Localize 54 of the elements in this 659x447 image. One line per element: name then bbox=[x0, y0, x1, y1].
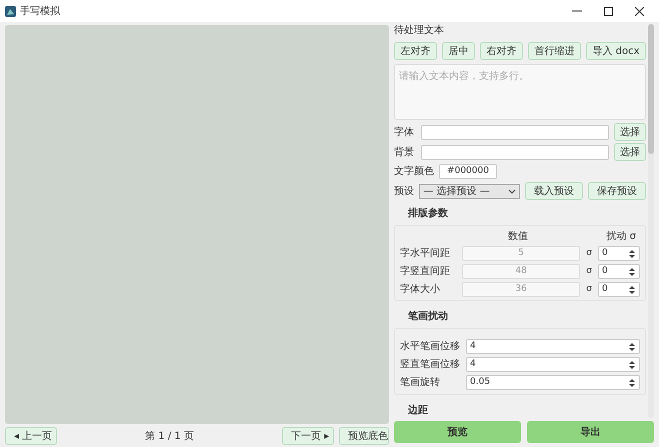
field-label: 水平笔画位移 bbox=[400, 340, 461, 354]
group-title: 笔画扰动 bbox=[408, 310, 449, 324]
preview-background-button[interactable]: 预览底色 bbox=[339, 427, 389, 445]
sigma-label: σ bbox=[585, 246, 593, 260]
preset-button[interactable]: 保存预设 bbox=[588, 182, 646, 200]
prev-page-button[interactable]: ◂ 上一页 bbox=[5, 427, 57, 445]
spin-arrows-icon[interactable] bbox=[628, 358, 636, 370]
field-label: 竖直笔画位移 bbox=[400, 358, 461, 372]
value-spinbox[interactable]: 4 bbox=[466, 339, 640, 354]
path-field[interactable] bbox=[421, 144, 609, 160]
next-page-button[interactable]: 下一页 ▸ bbox=[282, 427, 334, 445]
sigma-label: σ bbox=[585, 264, 593, 278]
field-label: 字体大小 bbox=[400, 282, 441, 297]
value-spinbox[interactable]: 4 bbox=[466, 357, 640, 372]
sigma-label: σ bbox=[585, 282, 593, 296]
align-button[interactable]: 首行缩进 bbox=[528, 42, 581, 60]
action-button[interactable]: 预览 bbox=[394, 421, 521, 443]
preset-button[interactable]: 载入预设 bbox=[525, 182, 583, 200]
choose-button[interactable]: 选择 bbox=[614, 123, 646, 141]
field-label: 预设 bbox=[394, 184, 414, 198]
column-header: 扰动 σ bbox=[606, 230, 636, 244]
scrollbar[interactable] bbox=[648, 24, 654, 418]
field-label: 文字颜色 bbox=[394, 164, 434, 179]
spin-arrows-icon[interactable] bbox=[628, 340, 636, 352]
path-field[interactable] bbox=[421, 124, 609, 140]
align-button[interactable]: 居中 bbox=[442, 42, 475, 60]
field-label: 笔画旋转 bbox=[400, 376, 441, 390]
window-title: 手写模拟 bbox=[20, 4, 60, 18]
choose-button[interactable]: 选择 bbox=[614, 143, 646, 161]
field-label: 字竖直间距 bbox=[400, 264, 451, 279]
group-title: 边距 bbox=[408, 404, 429, 418]
field-label: 背景 bbox=[394, 146, 415, 160]
spin-arrows-icon[interactable] bbox=[628, 266, 636, 278]
column-header: 数值 bbox=[508, 230, 528, 244]
field-label: 字体 bbox=[394, 126, 415, 140]
spin-arrows-icon[interactable] bbox=[628, 248, 636, 260]
maximize-icon[interactable] bbox=[604, 6, 613, 16]
preset-dropdown[interactable]: — 选择预设 — bbox=[419, 184, 520, 198]
spin-arrows-icon[interactable] bbox=[628, 284, 636, 296]
close-icon[interactable] bbox=[635, 6, 644, 16]
value-spinbox[interactable]: 0.05 bbox=[466, 375, 640, 390]
page-indicator: 第 1 / 1 页 bbox=[144, 430, 195, 444]
app-icon bbox=[5, 6, 16, 16]
section-title: 待处理文本 bbox=[394, 24, 445, 38]
align-button[interactable]: 右对齐 bbox=[480, 42, 523, 60]
text-input[interactable]: 请输入文本内容，支持多行。 bbox=[394, 64, 646, 120]
action-button[interactable]: 导出 bbox=[527, 421, 654, 443]
spin-arrows-icon[interactable] bbox=[628, 376, 636, 388]
align-button[interactable]: 左对齐 bbox=[394, 42, 437, 60]
align-button[interactable]: 导入 docx bbox=[586, 42, 646, 60]
color-field[interactable]: #000000 bbox=[439, 164, 497, 179]
group-title: 排版参数 bbox=[408, 206, 449, 221]
dropdown-caret-icon[interactable] bbox=[508, 188, 516, 194]
field-label: 字水平间距 bbox=[400, 246, 451, 261]
